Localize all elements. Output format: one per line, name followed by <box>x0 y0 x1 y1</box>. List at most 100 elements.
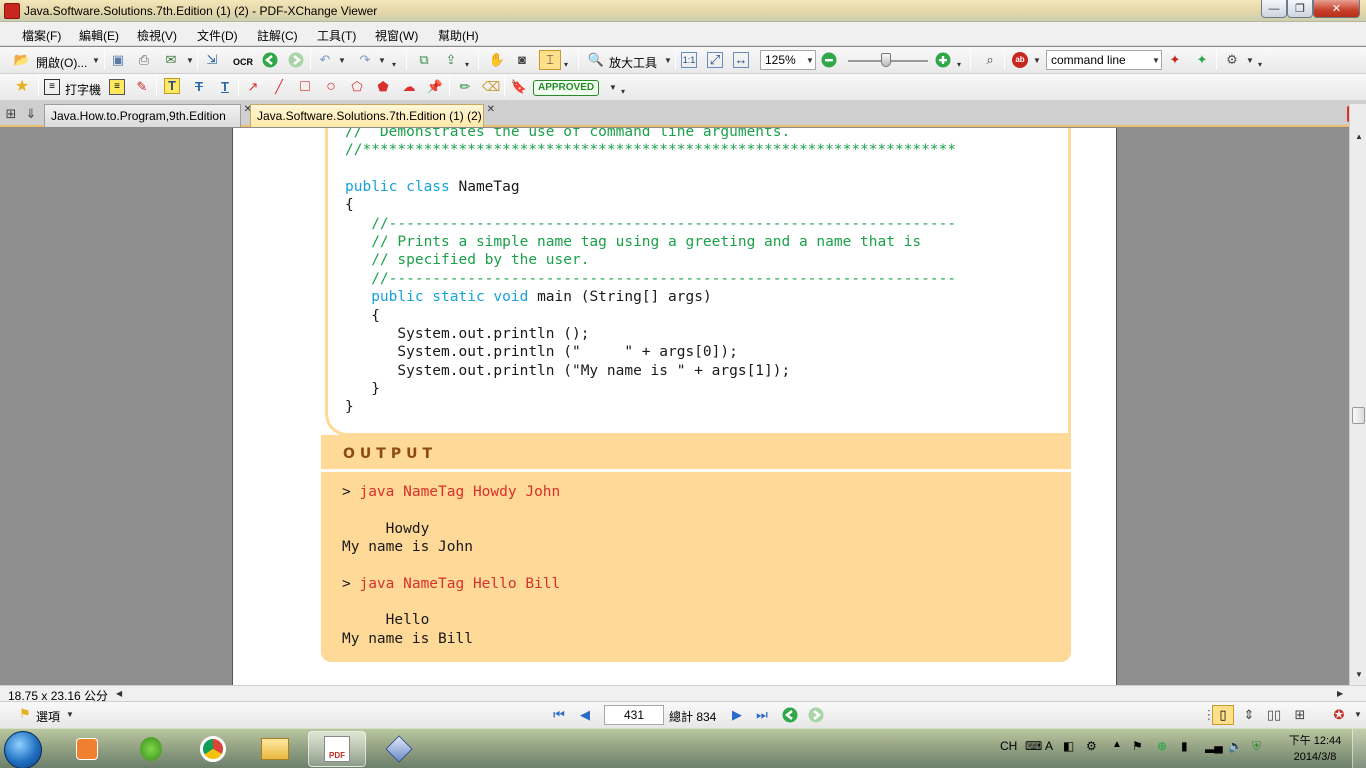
zoom-tool-label[interactable]: 放大工具 <box>609 54 657 71</box>
menu-view[interactable]: 檢視(V) <box>137 27 177 44</box>
tab-close-icon[interactable]: ✕ <box>487 104 495 115</box>
typewriter-icon[interactable]: ≡ <box>44 79 60 95</box>
close-button[interactable]: ✕ <box>1313 0 1360 18</box>
network-signal-icon[interactable]: ▂▄ <box>1205 739 1223 753</box>
ime-options-icon[interactable]: ⚙ <box>1086 739 1097 753</box>
menu-edit[interactable]: 編輯(E) <box>79 27 119 44</box>
device-tray-icon[interactable]: ▮ <box>1181 739 1188 753</box>
continuous-view-icon[interactable]: ⇕ <box>1241 707 1257 723</box>
add-tray-icon[interactable]: ⊕ <box>1157 739 1167 753</box>
find-binoculars-icon[interactable]: ⌕ <box>982 52 998 68</box>
cloud-tool-icon[interactable]: ☁ <box>401 79 417 95</box>
security-shield-icon[interactable]: ⛨ <box>1252 739 1261 754</box>
pdf-xchange-taskbar-button[interactable]: PDF <box>308 731 366 767</box>
email-dropdown-icon[interactable]: ▼ <box>186 56 194 65</box>
line-tool-icon[interactable]: ╱ <box>271 79 287 95</box>
single-page-view-icon[interactable]: ▯ <box>1212 705 1234 725</box>
scroll-down-icon[interactable]: ▼ <box>1355 670 1363 679</box>
toolbar2-overflow-icon[interactable]: ▾ <box>621 87 625 96</box>
stamp-tool-icon[interactable]: 🔖 <box>511 79 527 95</box>
continuous-facing-view-icon[interactable]: ⊞ <box>1292 707 1308 723</box>
next-view-icon[interactable] <box>808 707 824 723</box>
approved-stamp-button[interactable]: APPROVED <box>533 80 600 96</box>
pdf-xchange-app-icon[interactable] <box>4 3 20 19</box>
tab-java-software-solutions[interactable]: Java.Software.Solutions.7th.Edition (1) … <box>250 104 495 127</box>
actual-size-icon[interactable]: 1:1 <box>681 52 697 68</box>
redo-dropdown-icon[interactable]: ▼ <box>378 56 386 65</box>
fit-page-icon[interactable]: ⤢ <box>707 52 723 68</box>
arrow-tool-icon[interactable]: ↗ <box>245 79 261 95</box>
back-icon[interactable] <box>262 52 278 68</box>
rectangle-tool-icon[interactable]: □ <box>297 79 313 95</box>
system-clock[interactable]: 下午 12:44 2014/3/8 <box>1286 733 1344 765</box>
text-box-icon[interactable]: ✎ <box>134 79 150 95</box>
hscroll-left-icon[interactable]: ◀ <box>116 689 122 698</box>
select-tool-icon[interactable]: ⌶ <box>539 50 561 70</box>
zoom-in-icon[interactable] <box>935 52 951 68</box>
sticky-note-icon[interactable]: ≡ <box>109 79 125 95</box>
menu-comments[interactable]: 註解(C) <box>257 27 298 44</box>
zoom-tool-icon[interactable]: 🔍 <box>588 52 604 68</box>
tile-tabs-icon[interactable]: ⊞ <box>3 106 19 122</box>
oval-tool-icon[interactable]: ○ <box>323 79 339 95</box>
menu-document[interactable]: 文件(D) <box>197 27 238 44</box>
snapshot-icon[interactable]: ◙ <box>514 52 530 68</box>
export-dropdown-icon[interactable]: ▾ <box>465 60 469 69</box>
typewriter-label[interactable]: 打字機 <box>65 81 101 98</box>
search-input[interactable]: command line <box>1046 50 1162 70</box>
toolbar-overflow-icon[interactable]: ▾ <box>392 60 396 69</box>
restore-button[interactable]: ❐ <box>1287 0 1313 18</box>
zoom-overflow-icon[interactable]: ▾ <box>957 60 961 69</box>
ime-width-icon[interactable]: A <box>1045 739 1053 753</box>
last-page-icon[interactable]: ⏭ <box>754 707 770 723</box>
open-folder-icon[interactable]: 📂 <box>14 52 30 68</box>
menu-tools[interactable]: 工具(T) <box>317 27 356 44</box>
undo-icon[interactable]: ↶ <box>317 52 333 68</box>
options-flag-icon[interactable]: ⚑ <box>17 706 33 722</box>
strikeout-text-icon[interactable]: T <box>191 79 207 95</box>
menu-file[interactable]: 檔案(F) <box>22 27 61 44</box>
favorites-star-icon[interactable]: ★ <box>14 79 30 95</box>
select-dropdown-icon[interactable]: ▾ <box>564 60 568 69</box>
zoom-out-icon[interactable] <box>821 52 837 68</box>
save-icon[interactable]: ▣ <box>110 52 126 68</box>
volume-icon[interactable]: 🔈 <box>1228 739 1243 753</box>
zoom-slider-thumb[interactable] <box>881 53 891 67</box>
start-button[interactable] <box>4 731 42 768</box>
redo-icon[interactable]: ↷ <box>357 52 373 68</box>
action-center-flag-icon[interactable]: ⚑ <box>1132 739 1143 753</box>
current-page-field[interactable]: 431 <box>604 705 664 725</box>
view-dropdown-icon[interactable]: ▼ <box>1354 710 1362 719</box>
pencil-tool-icon[interactable]: ✏ <box>457 79 473 95</box>
forward-icon[interactable] <box>288 52 304 68</box>
print-icon[interactable]: ⎙ <box>136 52 152 68</box>
menu-help[interactable]: 幫助(H) <box>438 27 479 44</box>
minimize-button[interactable]: — <box>1261 0 1287 18</box>
options-dropdown-icon[interactable]: ▼ <box>66 710 74 719</box>
virtualbox-taskbar-button[interactable] <box>370 731 428 767</box>
ime-language-indicator[interactable]: CH <box>1000 739 1017 753</box>
vertical-scrollbar[interactable]: ▲ ▼ <box>1349 104 1366 685</box>
pentagon-tool-icon[interactable]: ⬟ <box>375 79 391 95</box>
search-engine-dropdown-icon[interactable]: ▼ <box>1033 56 1041 65</box>
scan-icon[interactable]: ⇲ <box>204 52 220 68</box>
explorer-taskbar-button[interactable] <box>246 731 304 767</box>
pin-tool-icon[interactable]: 📌 <box>427 79 443 95</box>
stamp-dropdown-icon[interactable]: ▼ <box>609 83 617 92</box>
options-label[interactable]: 選項 <box>36 708 60 725</box>
document-viewport[interactable]: // Demonstrates the use of command line … <box>0 128 1349 685</box>
show-desktop-button[interactable] <box>1352 729 1366 768</box>
scrollbar-thumb[interactable] <box>1352 407 1365 424</box>
copy-icon[interactable]: ⧉ <box>416 52 432 68</box>
media-player-taskbar-button[interactable] <box>58 731 116 767</box>
polygon-tool-icon[interactable]: ⬠ <box>349 79 365 95</box>
hscroll-right-icon[interactable]: ▶ <box>1337 689 1343 698</box>
previous-page-icon[interactable]: ◀ <box>577 707 593 723</box>
chat-app-taskbar-button[interactable] <box>122 731 180 767</box>
chrome-taskbar-button[interactable] <box>184 731 242 767</box>
undo-dropdown-icon[interactable]: ▼ <box>338 56 346 65</box>
highlight-text-icon[interactable]: T <box>164 78 180 94</box>
eraser-tool-icon[interactable]: ⌫ <box>482 79 500 95</box>
zoom-tool-dropdown-icon[interactable]: ▼ <box>664 56 672 65</box>
hand-tool-icon[interactable]: ✋ <box>489 52 505 68</box>
